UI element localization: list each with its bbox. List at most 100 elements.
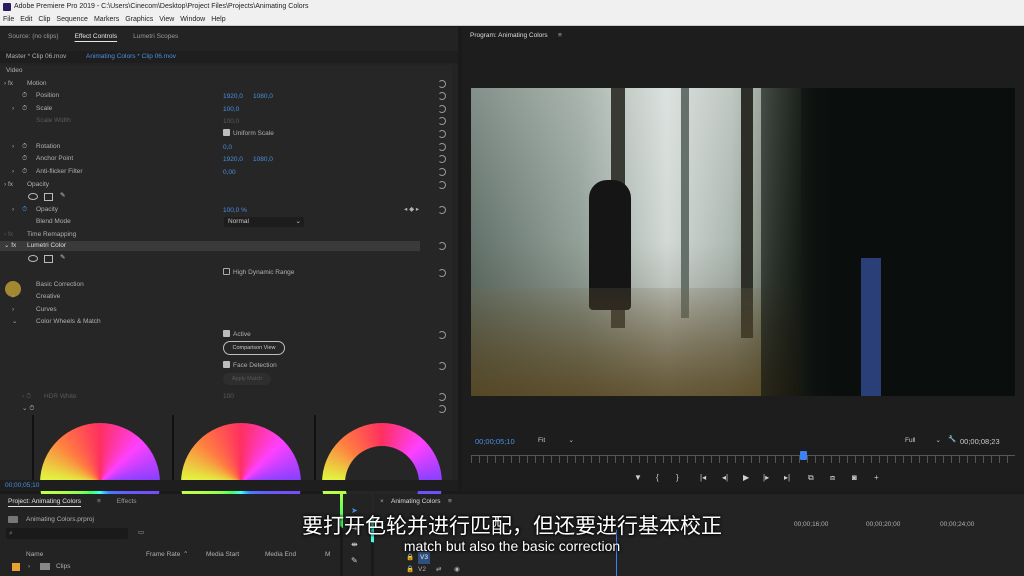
program-monitor-title[interactable]: Program: Animating Colors bbox=[470, 30, 548, 42]
antiflicker-value[interactable]: 0,00 bbox=[223, 169, 236, 176]
program-video-frame[interactable] bbox=[471, 88, 1015, 396]
tab-effect-controls[interactable]: Effect Controls bbox=[67, 33, 126, 40]
menu-edit[interactable]: Edit bbox=[20, 14, 32, 25]
program-timecode[interactable]: 00;00;05;10 bbox=[475, 436, 515, 448]
uniform-scale-checkbox[interactable] bbox=[223, 129, 230, 136]
export-frame-icon[interactable]: ◙ bbox=[852, 473, 857, 482]
go-to-in-icon[interactable]: |◂ bbox=[700, 473, 706, 482]
lift-icon[interactable]: ⧉ bbox=[808, 473, 814, 483]
hdr-white-expand-icon[interactable]: › ⏱ bbox=[22, 391, 31, 403]
lumetri-fx-icon[interactable]: ⌄ fx bbox=[4, 240, 16, 252]
close-timeline-icon[interactable]: × bbox=[380, 496, 384, 508]
reset-face-detection-icon[interactable] bbox=[438, 362, 446, 370]
menu-help[interactable]: Help bbox=[211, 14, 225, 25]
opacity-value[interactable]: 100,0 % bbox=[223, 207, 247, 214]
zoom-fit-select[interactable]: Fit ⌄ bbox=[538, 435, 576, 446]
antiflicker-expand-icon[interactable]: › bbox=[12, 166, 14, 178]
step-forward-icon[interactable]: |▸ bbox=[763, 473, 769, 482]
master-clip-label[interactable]: Master * Clip 06.mov bbox=[6, 51, 66, 63]
tab-effects[interactable]: Effects bbox=[109, 498, 145, 505]
rectangle-mask-icon[interactable] bbox=[44, 193, 53, 201]
razor-tool-icon[interactable]: ✎ bbox=[351, 556, 358, 565]
curves-label[interactable]: Curves bbox=[36, 304, 57, 316]
program-time-ruler[interactable] bbox=[471, 455, 1015, 463]
creative-expand-icon[interactable]: › bbox=[12, 291, 14, 303]
opacity-expand-icon[interactable]: › bbox=[12, 204, 14, 216]
creative-label[interactable]: Creative bbox=[36, 291, 60, 303]
go-to-out-icon[interactable]: ▸| bbox=[784, 473, 790, 482]
menu-window[interactable]: Window bbox=[180, 14, 205, 25]
opacity-stopwatch-icon[interactable]: ⏱ bbox=[22, 204, 27, 216]
menu-graphics[interactable]: Graphics bbox=[125, 14, 153, 25]
anchor-stopwatch-icon[interactable]: ⏱ bbox=[22, 153, 27, 165]
active-row[interactable]: Active bbox=[223, 329, 251, 341]
basic-correction-label[interactable]: Basic Correction bbox=[36, 279, 84, 291]
timeline-menu-icon[interactable]: ≡ bbox=[448, 496, 452, 508]
reset-rotation-icon[interactable] bbox=[438, 143, 446, 151]
apply-match-button[interactable]: Apply Match bbox=[223, 373, 271, 385]
bin-expand-icon[interactable]: › bbox=[28, 561, 30, 573]
effect-controls-timecode[interactable]: 00;00;05;10 bbox=[5, 480, 39, 492]
rotation-value[interactable]: 0,0 bbox=[223, 144, 232, 151]
wheels-stopwatch-icon[interactable]: ⌄ ⏱ bbox=[22, 403, 34, 415]
sequence-clip-label[interactable]: Animating Colors * Clip 06.mov bbox=[86, 51, 176, 63]
anchor-y-value[interactable]: 1080,0 bbox=[253, 156, 273, 163]
mark-in-icon[interactable]: { bbox=[656, 473, 659, 482]
wheels-collapse-icon[interactable]: ⌄ bbox=[12, 316, 17, 328]
extract-icon[interactable]: ⧈ bbox=[830, 473, 835, 483]
active-checkbox[interactable] bbox=[223, 330, 230, 337]
menu-sequence[interactable]: Sequence bbox=[56, 14, 88, 25]
reset-anchor-icon[interactable] bbox=[438, 155, 446, 163]
reset-uniform-scale-icon[interactable] bbox=[438, 130, 446, 138]
ellipse-mask-icon[interactable] bbox=[28, 193, 38, 200]
position-stopwatch-icon[interactable]: ⏱ bbox=[22, 90, 27, 102]
reset-scale-width-icon[interactable] bbox=[438, 117, 446, 125]
quality-select[interactable]: Full ⌄ bbox=[905, 435, 943, 446]
reset-wheels-icon[interactable] bbox=[438, 405, 446, 413]
toggle-sync-v2-icon[interactable]: ⇄ bbox=[436, 564, 441, 576]
uniform-scale-row[interactable]: Uniform Scale bbox=[223, 128, 274, 140]
comparison-view-button[interactable]: Comparison View bbox=[223, 341, 285, 355]
lumetri-ellipse-mask-icon[interactable] bbox=[28, 255, 38, 262]
wrench-icon[interactable]: 🔧 bbox=[948, 434, 956, 446]
anchor-x-value[interactable]: 1920,0 bbox=[223, 156, 243, 163]
pen-mask-icon[interactable]: ✎ bbox=[60, 190, 65, 202]
reset-opacity-fx-icon[interactable] bbox=[438, 181, 446, 189]
face-detection-checkbox[interactable] bbox=[223, 361, 230, 368]
hdr-range-row[interactable]: High Dynamic Range bbox=[223, 267, 294, 279]
reset-active-icon[interactable] bbox=[438, 331, 446, 339]
blend-mode-select[interactable]: Normal ⌄ bbox=[224, 217, 304, 227]
mark-out-icon[interactable]: } bbox=[676, 473, 679, 482]
bin-clips[interactable]: Clips bbox=[56, 561, 70, 573]
color-wheels-match-label[interactable]: Color Wheels & Match bbox=[36, 316, 101, 328]
menu-file[interactable]: File bbox=[3, 14, 14, 25]
lumetri-rectangle-mask-icon[interactable] bbox=[44, 255, 53, 263]
program-menu-icon[interactable]: ≡ bbox=[558, 30, 562, 42]
lumetri-pen-mask-icon[interactable]: ✎ bbox=[60, 252, 65, 264]
project-menu-icon[interactable]: ≡ bbox=[89, 498, 109, 505]
face-detection-row[interactable]: Face Detection bbox=[223, 360, 277, 372]
tab-source[interactable]: Source: (no clips) bbox=[0, 33, 67, 40]
motion-fx-icon[interactable]: › fx bbox=[4, 78, 13, 90]
toggle-visibility-v2-icon[interactable]: ◉ bbox=[454, 564, 460, 576]
add-marker-icon[interactable]: ▼ bbox=[634, 473, 642, 482]
track-v2[interactable]: V2 bbox=[418, 564, 426, 576]
tab-lumetri-scopes[interactable]: Lumetri Scopes bbox=[125, 33, 186, 40]
position-y-value[interactable]: 1080,0 bbox=[253, 93, 273, 100]
opacity-fx-icon[interactable]: › fx bbox=[4, 179, 13, 191]
timeline-title[interactable]: Animating Colors bbox=[391, 496, 441, 508]
antiflicker-stopwatch-icon[interactable]: ⏱ bbox=[22, 166, 27, 178]
button-editor-icon[interactable]: + bbox=[874, 473, 879, 482]
rotation-expand-icon[interactable]: › bbox=[12, 141, 14, 153]
reset-hdr-icon[interactable] bbox=[438, 269, 446, 277]
curves-expand-icon[interactable]: › bbox=[12, 304, 14, 316]
scale-value[interactable]: 100,0 bbox=[223, 106, 239, 113]
tab-project[interactable]: Project: Animating Colors bbox=[0, 498, 89, 505]
menu-markers[interactable]: Markers bbox=[94, 14, 119, 25]
reset-lumetri-icon[interactable] bbox=[438, 242, 446, 250]
reset-position-icon[interactable] bbox=[438, 92, 446, 100]
reset-opacity-icon[interactable] bbox=[438, 206, 446, 214]
lock-track-v2-icon[interactable]: 🔒 bbox=[406, 564, 414, 576]
menu-view[interactable]: View bbox=[159, 14, 174, 25]
keyframe-nav-icon[interactable]: ◂ ◆ ▸ bbox=[404, 204, 419, 216]
